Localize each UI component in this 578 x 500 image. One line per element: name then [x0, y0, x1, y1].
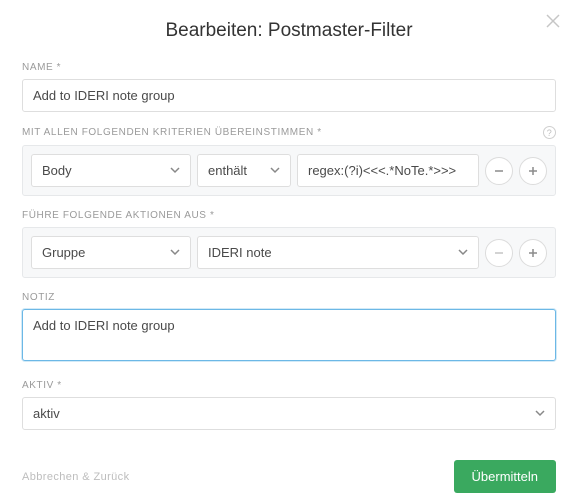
label-active: AKTIV *	[22, 380, 556, 391]
label-criteria-text: MIT ALLEN FOLGENDEN KRITERIEN ÜBEREINSTI…	[22, 127, 322, 138]
group-note: NOTIZ	[22, 292, 556, 366]
active-select[interactable]: aktiv	[22, 397, 556, 430]
label-actions: FÜHRE FOLGENDE AKTIONEN AUS *	[22, 210, 556, 221]
label-note-text: NOTIZ	[22, 292, 55, 303]
chevron-down-icon	[170, 245, 180, 260]
chevron-down-icon	[270, 163, 280, 178]
group-actions: FÜHRE FOLGENDE AKTIONEN AUS * Gruppe IDE…	[22, 210, 556, 278]
action-row: Gruppe IDERI note	[22, 227, 556, 278]
submit-button[interactable]: Übermitteln	[454, 460, 556, 493]
add-action-button[interactable]	[519, 239, 547, 267]
note-textarea[interactable]	[22, 309, 556, 361]
label-active-text: AKTIV *	[22, 380, 62, 391]
cancel-link[interactable]: Abbrechen & Zurück	[22, 471, 129, 483]
modal-footer: Abbrechen & Zurück Übermitteln	[22, 444, 556, 493]
name-input[interactable]	[22, 79, 556, 112]
label-name-text: NAME *	[22, 62, 61, 73]
criteria-operator-select[interactable]: enthält	[197, 154, 291, 187]
action-type-value: Gruppe	[42, 245, 85, 260]
label-note: NOTIZ	[22, 292, 556, 303]
criteria-field-value: Body	[42, 163, 72, 178]
chevron-down-icon	[458, 245, 468, 260]
criteria-operator-value: enthält	[208, 163, 247, 178]
modal-title: Bearbeiten: Postmaster-Filter	[22, 20, 556, 42]
active-select-value: aktiv	[33, 406, 60, 421]
label-criteria: MIT ALLEN FOLGENDEN KRITERIEN ÜBEREINSTI…	[22, 126, 556, 139]
action-target-value: IDERI note	[208, 245, 272, 260]
group-criteria: MIT ALLEN FOLGENDEN KRITERIEN ÜBEREINSTI…	[22, 126, 556, 196]
criteria-value-input[interactable]	[297, 154, 479, 187]
close-icon[interactable]	[544, 12, 562, 30]
remove-criteria-button[interactable]	[485, 157, 513, 185]
criteria-row: Body enthält	[22, 145, 556, 196]
add-criteria-button[interactable]	[519, 157, 547, 185]
edit-filter-modal: Bearbeiten: Postmaster-Filter NAME * MIT…	[0, 0, 578, 500]
chevron-down-icon	[170, 163, 180, 178]
remove-action-button[interactable]	[485, 239, 513, 267]
action-target-select[interactable]: IDERI note	[197, 236, 479, 269]
criteria-field-select[interactable]: Body	[31, 154, 191, 187]
group-active: AKTIV * aktiv	[22, 380, 556, 430]
label-actions-text: FÜHRE FOLGENDE AKTIONEN AUS *	[22, 210, 214, 221]
group-name: NAME *	[22, 62, 556, 112]
modal-content: NAME * MIT ALLEN FOLGENDEN KRITERIEN ÜBE…	[22, 62, 556, 444]
chevron-down-icon	[535, 406, 545, 421]
help-icon[interactable]: ?	[543, 126, 556, 139]
label-name: NAME *	[22, 62, 556, 73]
action-type-select[interactable]: Gruppe	[31, 236, 191, 269]
